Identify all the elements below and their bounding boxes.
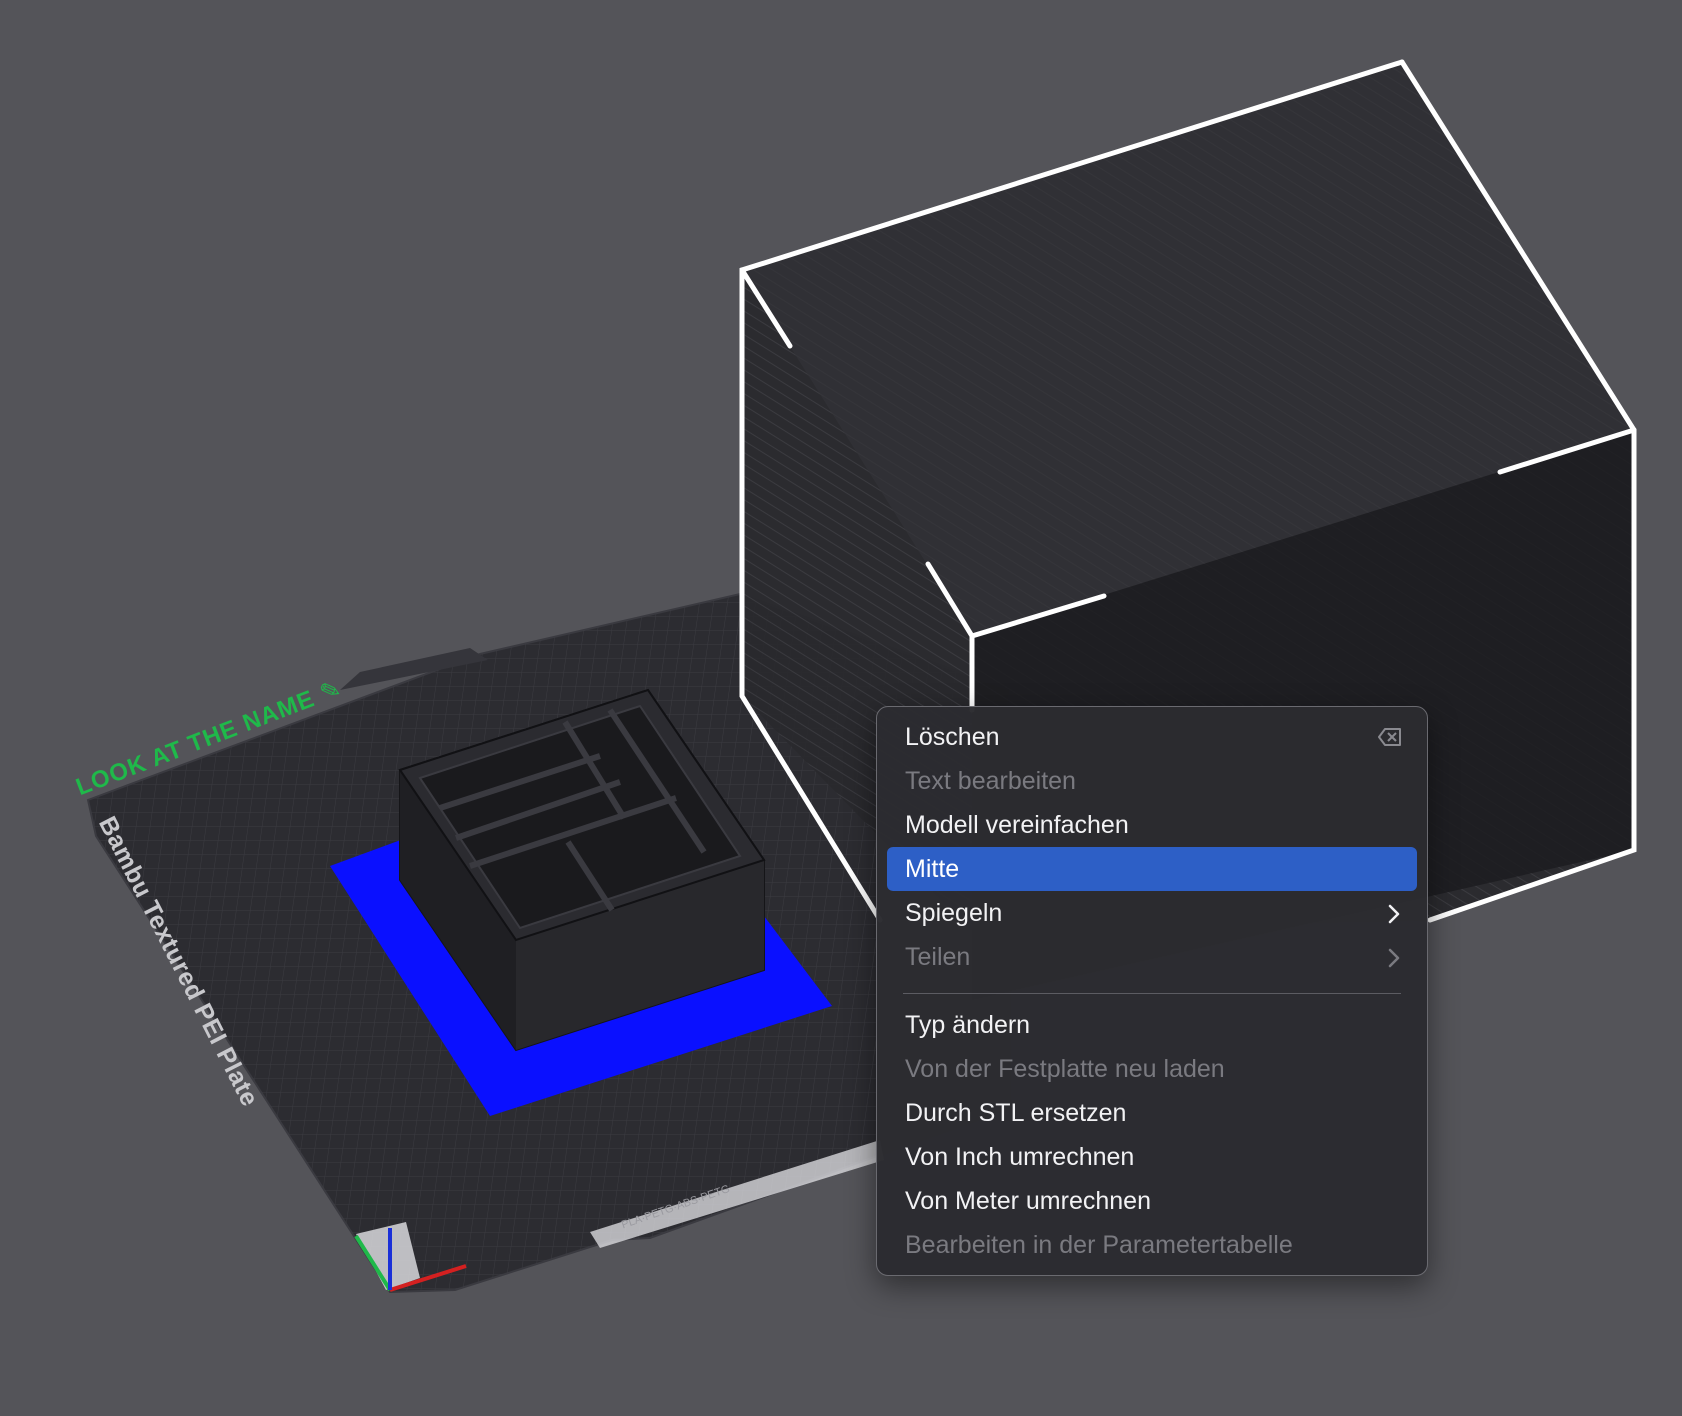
delete-key-icon <box>1378 728 1401 746</box>
menu-item-label: Von Meter umrechnen <box>905 1187 1151 1215</box>
menu-separator <box>903 993 1401 994</box>
menu-item-label: Bearbeiten in der Parametertabelle <box>905 1231 1293 1259</box>
menu-item-spiegeln[interactable]: Spiegeln <box>887 891 1417 935</box>
menu-item-von-inch-umrechnen[interactable]: Von Inch umrechnen <box>887 1135 1417 1179</box>
menu-item-label: Mitte <box>905 855 960 883</box>
menu-item-label: Spiegeln <box>905 899 1003 927</box>
menu-item-loeschen[interactable]: Löschen <box>887 715 1417 759</box>
menu-item-label: Von der Festplatte neu laden <box>905 1055 1225 1083</box>
context-menu: Löschen Text bearbeiten Modell vereinfac… <box>876 706 1428 1276</box>
menu-item-von-meter-umrechnen[interactable]: Von Meter umrechnen <box>887 1179 1417 1223</box>
menu-item-text-bearbeiten: Text bearbeiten <box>887 759 1417 803</box>
menu-item-label: Löschen <box>905 723 1000 751</box>
menu-item-label: Von Inch umrechnen <box>905 1143 1135 1171</box>
menu-item-label: Typ ändern <box>905 1011 1031 1039</box>
chevron-right-icon <box>1388 904 1400 924</box>
chevron-right-icon <box>1388 948 1400 968</box>
menu-item-label: Modell vereinfachen <box>905 811 1129 839</box>
menu-item-von-festplatte-neu-laden: Von der Festplatte neu laden <box>887 1047 1417 1091</box>
menu-item-label: Teilen <box>905 943 971 971</box>
3d-viewport[interactable]: Bambu Textured PEI Plate LOOK AT THE NAM… <box>0 0 1682 1416</box>
menu-item-label: Text bearbeiten <box>905 767 1076 795</box>
menu-item-teilen: Teilen <box>887 935 1417 979</box>
menu-item-modell-vereinfachen[interactable]: Modell vereinfachen <box>887 803 1417 847</box>
menu-item-parametertabelle: Bearbeiten in der Parametertabelle <box>887 1223 1417 1267</box>
menu-item-typ-aendern[interactable]: Typ ändern <box>887 1003 1417 1047</box>
menu-item-durch-stl-ersetzen[interactable]: Durch STL ersetzen <box>887 1091 1417 1135</box>
menu-item-mitte[interactable]: Mitte <box>887 847 1417 891</box>
menu-item-label: Durch STL ersetzen <box>905 1099 1127 1127</box>
